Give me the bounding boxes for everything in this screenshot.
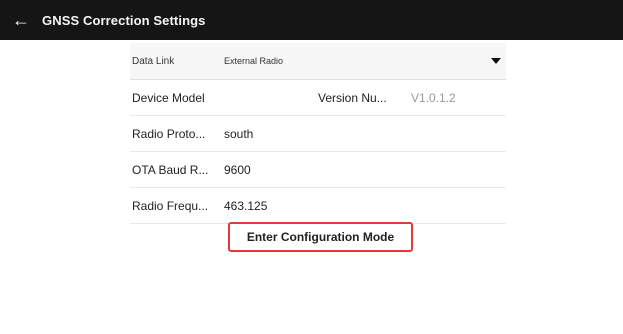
settings-panel: Data Link External Radio Device Model Ve… [130,43,506,224]
radio-frequency-row[interactable]: Radio Frequ... 463.125 [130,188,506,224]
enter-configuration-mode-button[interactable]: Enter Configuration Mode [228,222,413,252]
page-title: GNSS Correction Settings [42,12,206,28]
device-model-label: Device Model [132,90,205,105]
data-link-dropdown[interactable]: Data Link External Radio [130,43,506,80]
version-label: Version Nu... [318,90,387,105]
radio-protocol-row[interactable]: Radio Proto... south [130,116,506,152]
radio-protocol-value: south [224,126,254,141]
version-value: V1.0.1.2 [411,90,456,105]
data-link-value: External Radio [224,56,284,66]
device-model-row: Device Model Version Nu... V1.0.1.2 [130,80,506,116]
data-link-label: Data Link [132,55,175,67]
top-app-bar: ← GNSS Correction Settings [0,0,623,40]
ota-baud-rate-value: 9600 [224,162,251,177]
radio-protocol-label: Radio Proto... [132,126,206,141]
radio-frequency-value: 463.125 [224,198,268,213]
ota-baud-rate-row[interactable]: OTA Baud R... 9600 [130,152,506,188]
ota-baud-rate-label: OTA Baud R... [132,162,209,177]
caret-down-icon[interactable] [486,58,506,64]
radio-frequency-label: Radio Frequ... [132,198,209,213]
arrow-left-icon[interactable]: ← [0,0,42,40]
